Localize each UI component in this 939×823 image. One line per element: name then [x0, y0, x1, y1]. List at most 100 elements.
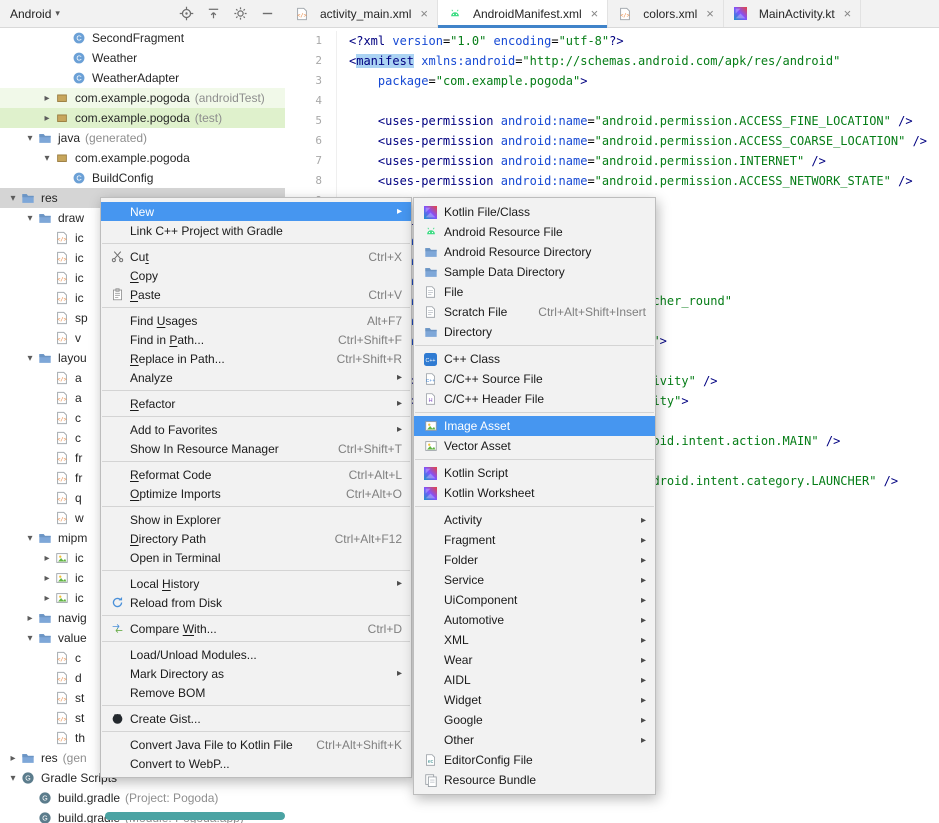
- menu-item-remove-bom[interactable]: Remove BOM: [101, 683, 411, 702]
- menu-item-new[interactable]: New▸: [101, 202, 411, 221]
- menu-item-refactor[interactable]: Refactor▸: [101, 394, 411, 413]
- tree-row-com-example-pogoda-test[interactable]: ▸com.example.pogoda(test): [0, 108, 285, 128]
- expand-arrow-icon[interactable]: ▸: [40, 93, 54, 104]
- collapse-all-icon[interactable]: [205, 6, 221, 22]
- tree-row-weather[interactable]: CWeather: [0, 48, 285, 68]
- submenu-item-kotlin-file-class[interactable]: Kotlin File/Class: [414, 202, 655, 222]
- menu-separator: [101, 567, 411, 574]
- menu-item-reformat-code[interactable]: Reformat CodeCtrl+Alt+L: [101, 465, 411, 484]
- menu-item-add-to-favorites[interactable]: Add to Favorites▸: [101, 420, 411, 439]
- submenu-item-sample-data-directory[interactable]: Sample Data Directory: [414, 262, 655, 282]
- expand-arrow-icon[interactable]: ▸: [40, 593, 54, 604]
- tree-row-secondfragment[interactable]: CSecondFragment: [0, 28, 285, 48]
- submenu-item-google[interactable]: Google▸: [414, 710, 655, 730]
- submenu-item-aidl[interactable]: AIDL▸: [414, 670, 655, 690]
- collapse-arrow-icon[interactable]: ▾: [6, 193, 20, 204]
- tab-activity-main-xml[interactable]: </>activity_main.xml×: [285, 0, 438, 27]
- clipboard-icon: [108, 288, 126, 301]
- submenu-item-activity[interactable]: Activity▸: [414, 510, 655, 530]
- collapse-arrow-icon[interactable]: ▾: [6, 773, 20, 784]
- menu-item-local-history[interactable]: Local History▸: [101, 574, 411, 593]
- xml-icon: </>: [54, 690, 70, 706]
- expand-arrow-icon[interactable]: ▸: [23, 613, 37, 624]
- collapse-arrow-icon[interactable]: ▾: [40, 153, 54, 164]
- submenu-item-automotive[interactable]: Automotive▸: [414, 610, 655, 630]
- tree-row-buildconfig[interactable]: CBuildConfig: [0, 168, 285, 188]
- menu-item-open-in-terminal[interactable]: Open in Terminal: [101, 548, 411, 567]
- collapse-arrow-icon[interactable]: ▾: [23, 533, 37, 544]
- collapse-arrow-icon[interactable]: ▾: [23, 633, 37, 644]
- submenu-item-c-c-source-file[interactable]: C++C/C++ Source File: [414, 369, 655, 389]
- menu-item-link-c-project-with-gradle[interactable]: Link C++ Project with Gradle: [101, 221, 411, 240]
- menu-item-reload-from-disk[interactable]: Reload from Disk: [101, 593, 411, 612]
- menu-item-compare-with[interactable]: Compare With...Ctrl+D: [101, 619, 411, 638]
- submenu-item-wear[interactable]: Wear▸: [414, 650, 655, 670]
- svg-text:</>: </>: [57, 417, 66, 423]
- tab-androidmanifest-xml[interactable]: AndroidManifest.xml×: [438, 0, 608, 27]
- collapse-arrow-icon[interactable]: ▾: [23, 133, 37, 144]
- close-tab-icon[interactable]: ×: [706, 7, 714, 20]
- submenu-item-service[interactable]: Service▸: [414, 570, 655, 590]
- tree-row-weatheradapter[interactable]: CWeatherAdapter: [0, 68, 285, 88]
- submenu-item-other[interactable]: Other▸: [414, 730, 655, 750]
- collapse-arrow-icon[interactable]: ▾: [23, 353, 37, 364]
- menu-item-label: C++ Class: [444, 352, 500, 366]
- tree-row-com-example-pogoda[interactable]: ▾com.example.pogoda: [0, 148, 285, 168]
- menu-item-convert-to-webp[interactable]: Convert to WebP...: [101, 754, 411, 773]
- new-submenu: Kotlin File/Class Android Resource File An…: [413, 197, 656, 795]
- tree-row-java-generated[interactable]: ▾java(generated): [0, 128, 285, 148]
- menu-item-analyze[interactable]: Analyze▸: [101, 368, 411, 387]
- xml-icon: </>: [54, 450, 70, 466]
- menu-item-create-gist[interactable]: Create Gist...: [101, 709, 411, 728]
- menu-item-load-unload-modules[interactable]: Load/Unload Modules...: [101, 645, 411, 664]
- menu-item-cut[interactable]: CutCtrl+X: [101, 247, 411, 266]
- menu-item-replace-in-path[interactable]: Replace in Path...Ctrl+Shift+R: [101, 349, 411, 368]
- submenu-item-editorconfig-file[interactable]: ecEditorConfig File: [414, 750, 655, 770]
- menu-item-mark-directory-as[interactable]: Mark Directory as▸: [101, 664, 411, 683]
- close-tab-icon[interactable]: ×: [844, 7, 852, 20]
- tree-row-com-example-pogoda-androidtest[interactable]: ▸com.example.pogoda(androidTest): [0, 88, 285, 108]
- submenu-item-image-asset[interactable]: Image Asset: [414, 416, 655, 436]
- submenu-item-kotlin-worksheet[interactable]: Kotlin Worksheet: [414, 483, 655, 503]
- menu-item-label: Android Resource File: [444, 225, 563, 239]
- menu-item-directory-path[interactable]: Directory PathCtrl+Alt+F12: [101, 529, 411, 548]
- menu-item-find-usages[interactable]: Find UsagesAlt+F7: [101, 311, 411, 330]
- close-tab-icon[interactable]: ×: [591, 7, 599, 20]
- expand-arrow-icon[interactable]: ▸: [40, 573, 54, 584]
- menu-item-optimize-imports[interactable]: Optimize ImportsCtrl+Alt+O: [101, 484, 411, 503]
- tree-row-build-gradle-project-pogoda[interactable]: Gbuild.gradle(Project: Pogoda): [0, 788, 285, 808]
- project-view-selector[interactable]: Android: [10, 7, 51, 21]
- menu-item-paste[interactable]: PasteCtrl+V: [101, 285, 411, 304]
- submenu-item-android-resource-directory[interactable]: Android Resource Directory: [414, 242, 655, 262]
- locate-icon[interactable]: [178, 6, 194, 22]
- expand-arrow-icon[interactable]: ▸: [40, 553, 54, 564]
- submenu-item-c-c-header-file[interactable]: HC/C++ Header File: [414, 389, 655, 409]
- submenu-item-kotlin-script[interactable]: Kotlin Script: [414, 463, 655, 483]
- submenu-item-file[interactable]: File: [414, 282, 655, 302]
- menu-item-copy[interactable]: Copy: [101, 266, 411, 285]
- horizontal-scrollbar-thumb[interactable]: [105, 812, 285, 820]
- submenu-item-xml[interactable]: XML▸: [414, 630, 655, 650]
- submenu-item-resource-bundle[interactable]: Resource Bundle: [414, 770, 655, 790]
- submenu-item-fragment[interactable]: Fragment▸: [414, 530, 655, 550]
- submenu-item-widget[interactable]: Widget▸: [414, 690, 655, 710]
- expand-arrow-icon[interactable]: ▸: [40, 113, 54, 124]
- submenu-item-directory[interactable]: Directory: [414, 322, 655, 342]
- submenu-item-c-class[interactable]: C++C++ Class: [414, 349, 655, 369]
- submenu-item-uicomponent[interactable]: UiComponent▸: [414, 590, 655, 610]
- submenu-item-folder[interactable]: Folder▸: [414, 550, 655, 570]
- submenu-item-vector-asset[interactable]: Vector Asset: [414, 436, 655, 456]
- expand-arrow-icon[interactable]: ▸: [6, 753, 20, 764]
- menu-item-show-in-explorer[interactable]: Show in Explorer: [101, 510, 411, 529]
- menu-item-find-in-path[interactable]: Find in Path...Ctrl+Shift+F: [101, 330, 411, 349]
- submenu-item-scratch-file[interactable]: Scratch FileCtrl+Alt+Shift+Insert: [414, 302, 655, 322]
- menu-item-convert-java-file-to-kotlin-file[interactable]: Convert Java File to Kotlin FileCtrl+Alt…: [101, 735, 411, 754]
- tab-colors-xml[interactable]: </>colors.xml×: [608, 0, 724, 27]
- collapse-arrow-icon[interactable]: ▾: [23, 213, 37, 224]
- menu-item-show-in-resource-manager[interactable]: Show In Resource ManagerCtrl+Shift+T: [101, 439, 411, 458]
- hide-panel-icon[interactable]: [259, 6, 275, 22]
- settings-icon[interactable]: [232, 6, 248, 22]
- close-tab-icon[interactable]: ×: [420, 7, 428, 20]
- tab-mainactivity-kt[interactable]: MainActivity.kt×: [724, 0, 861, 27]
- submenu-item-android-resource-file[interactable]: Android Resource File: [414, 222, 655, 242]
